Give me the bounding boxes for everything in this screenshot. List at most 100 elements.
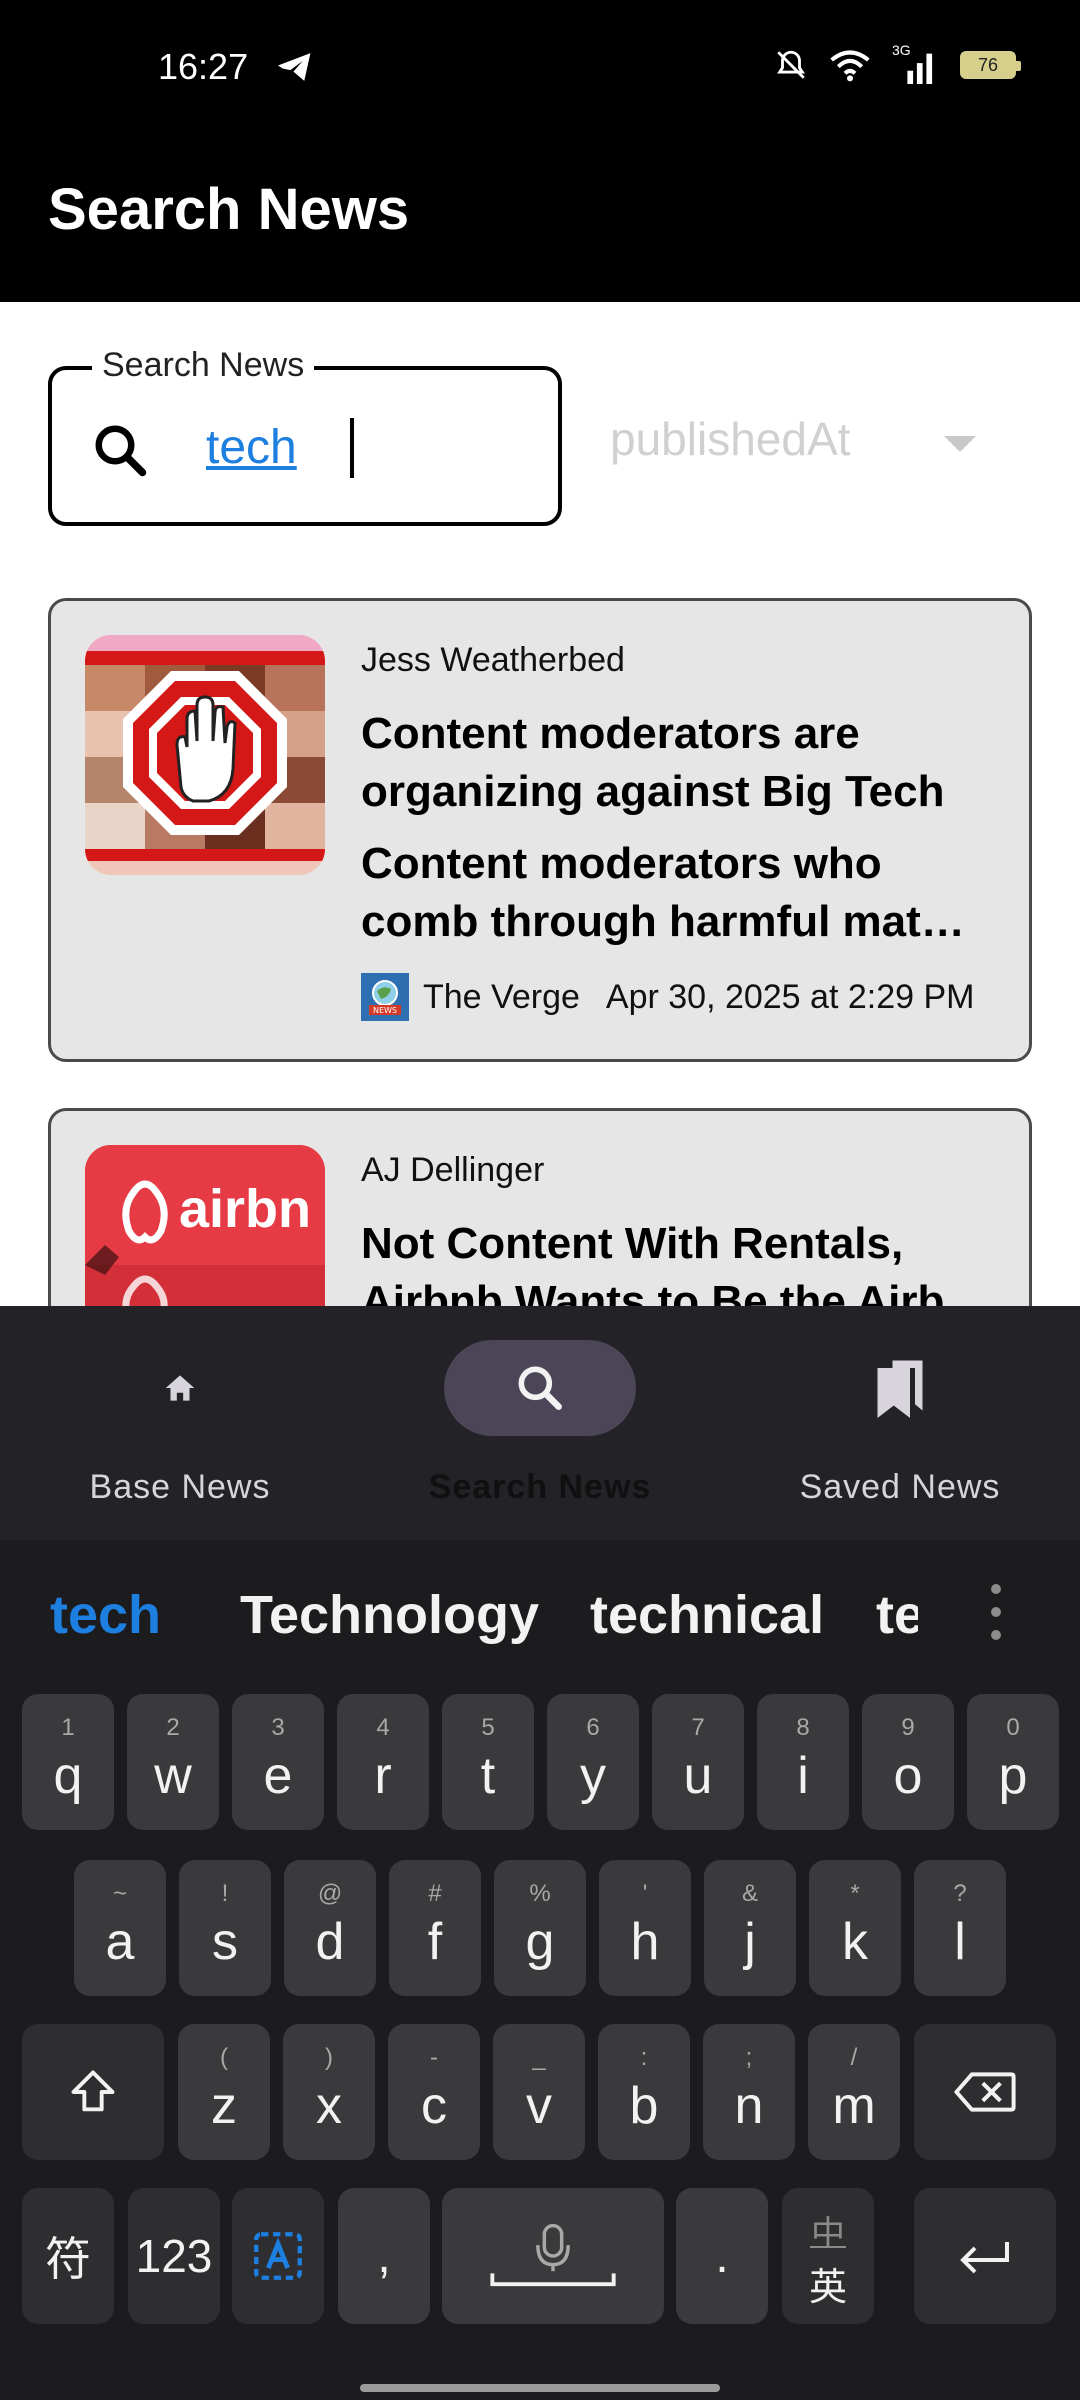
key-p[interactable]: 0p <box>967 1694 1059 1830</box>
symbols-key[interactable]: 符 <box>22 2188 114 2324</box>
key-x[interactable]: ) x <box>283 2024 375 2160</box>
key-hint: 6 <box>586 1714 600 1741</box>
suggestion-item[interactable]: tech <box>50 1584 161 1646</box>
key-j[interactable]: & j <box>704 1860 796 1996</box>
key-w[interactable]: 2w <box>127 1694 219 1830</box>
key-hint: 8 <box>796 1714 810 1741</box>
period-key[interactable]: . <box>676 2188 768 2324</box>
key-r[interactable]: 4r <box>337 1694 429 1830</box>
key-q[interactable]: 1q <box>22 1694 114 1830</box>
numbers-key[interactable]: 123 <box>128 2188 220 2324</box>
key-label: b <box>629 2077 659 2135</box>
nav-label: Base News <box>89 1468 271 1506</box>
key-label: e <box>263 1747 293 1805</box>
article-thumbnail: airbn <box>85 1145 325 1306</box>
chevron-down-icon <box>944 436 976 452</box>
article-title: Content moderators are organizing agains… <box>361 709 945 816</box>
input-method-key[interactable] <box>232 2188 324 2324</box>
enter-key[interactable] <box>914 2188 1056 2324</box>
input-method-icon <box>254 2232 302 2280</box>
article-card[interactable]: airbn AJ Dellinger Not Content With Rent… <box>48 1108 1032 1306</box>
search-input[interactable]: tech <box>206 420 297 475</box>
key-hint: ~ <box>112 1880 127 1907</box>
key-m[interactable]: / m <box>808 2024 900 2160</box>
search-news-screen: Search News tech publishedAt Jess Weathe… <box>0 302 1080 1306</box>
key-hint: ) <box>325 2044 333 2071</box>
suggestion-item[interactable]: te <box>876 1584 918 1646</box>
language-switch-key[interactable]: 中 英 <box>782 2188 874 2324</box>
soft-keyboard: tech Technology technical te 符 123 , . 中… <box>0 1540 1080 2400</box>
key-g[interactable]: % g <box>494 1860 586 1996</box>
status-icons: 3G 76 <box>774 42 1021 84</box>
key-h[interactable]: ' h <box>599 1860 691 1996</box>
key-label: k <box>842 1913 868 1971</box>
nav-label: Search News <box>428 1468 652 1506</box>
key-hint: 4 <box>376 1714 390 1741</box>
key-e[interactable]: 3e <box>232 1694 324 1830</box>
key-hint: ' <box>642 1880 648 1907</box>
key-y[interactable]: 6y <box>547 1694 639 1830</box>
key-hint: ; <box>745 2044 753 2071</box>
key-b[interactable]: :b <box>598 2024 690 2160</box>
key-label: j <box>744 1913 756 1971</box>
key-hint: 2 <box>166 1714 180 1741</box>
key-hint: 7 <box>691 1714 705 1741</box>
key-hint: 5 <box>481 1714 495 1741</box>
suggestion-item[interactable]: Technology <box>240 1584 539 1646</box>
search-icon <box>95 425 147 477</box>
page-title: Search News <box>48 177 410 242</box>
nav-label: Saved News <box>799 1468 1001 1506</box>
key-label: x <box>316 2077 342 2135</box>
backspace-key[interactable] <box>914 2024 1056 2160</box>
home-indicator[interactable] <box>360 2384 720 2392</box>
key-s[interactable]: ! s <box>179 1860 271 1996</box>
app-bar: Search News <box>0 136 1080 302</box>
bookmarks-icon <box>877 1360 923 1418</box>
key-i[interactable]: 8i <box>757 1694 849 1830</box>
search-field[interactable]: Search News tech <box>48 346 562 526</box>
sort-dropdown[interactable]: publishedAt <box>610 412 990 482</box>
key-hint: ? <box>953 1880 967 1907</box>
key-n[interactable]: ; n <box>703 2024 795 2160</box>
key-k[interactable]: * k <box>809 1860 901 1996</box>
key-label: g <box>525 1913 555 1971</box>
key-u[interactable]: 7u <box>652 1694 744 1830</box>
wifi-icon <box>830 50 870 82</box>
key-l[interactable]: ? l <box>914 1860 1006 1996</box>
silent-bell-icon <box>777 50 805 79</box>
key-label: m <box>832 2077 876 2135</box>
article-thumbnail <box>85 635 325 875</box>
key-label: t <box>480 1747 496 1805</box>
key-label: l <box>954 1913 966 1971</box>
key-o[interactable]: 9o <box>862 1694 954 1830</box>
key-hint: ! <box>221 1880 229 1907</box>
key-hint: - <box>430 2044 438 2071</box>
search-icon <box>518 1366 562 1410</box>
key-label: r <box>374 1747 392 1805</box>
key-label: y <box>580 1747 606 1805</box>
key-hint: 3 <box>271 1714 285 1741</box>
key-hint: 9 <box>901 1714 915 1741</box>
key-d[interactable]: @ d <box>284 1860 376 1996</box>
shift-key[interactable] <box>22 2024 164 2160</box>
key-c[interactable]: -c <box>388 2024 480 2160</box>
status-bar: 16:27 3G 76 <box>0 0 1080 136</box>
key-f[interactable]: # f <box>389 1860 481 1996</box>
key-z[interactable]: (z <box>178 2024 270 2160</box>
enter-icon <box>960 2242 1009 2274</box>
suggestion-item[interactable]: technical <box>590 1584 824 1646</box>
cell-signal-icon: 3G <box>892 42 938 84</box>
key-a[interactable]: ~ a <box>74 1860 166 1996</box>
key-label: z <box>211 2077 237 2135</box>
key-label: a <box>105 1913 135 1971</box>
key-label: i <box>797 1747 809 1805</box>
comma-key[interactable]: , <box>338 2188 430 2324</box>
key-label: u <box>683 1747 713 1805</box>
article-card[interactable]: Jess Weatherbed Content moderators are o… <box>48 598 1032 1062</box>
space-key[interactable] <box>442 2188 664 2324</box>
key-v[interactable]: _ v <box>493 2024 585 2160</box>
key-label: d <box>315 1913 345 1971</box>
key-t[interactable]: 5t <box>442 1694 534 1830</box>
key-hint: * <box>850 1880 860 1907</box>
more-options-icon[interactable] <box>988 1584 1004 1640</box>
